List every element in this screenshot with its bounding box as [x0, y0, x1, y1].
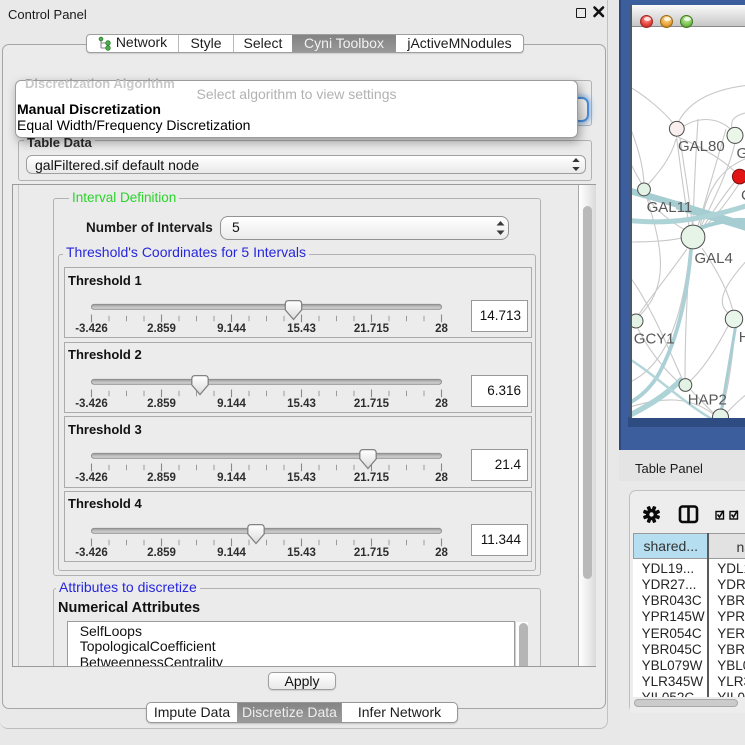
svg-text:21.715: 21.715	[353, 323, 389, 335]
svg-text:-3.426: -3.426	[75, 472, 108, 484]
svg-text:9.144: 9.144	[217, 323, 246, 335]
svg-text:28: 28	[435, 472, 448, 484]
svg-text:2.859: 2.859	[147, 323, 176, 335]
svg-text:HAP2: HAP2	[688, 391, 727, 408]
svg-text:2.859: 2.859	[147, 398, 176, 410]
svg-text:15.43: 15.43	[287, 546, 316, 558]
svg-text:21.715: 21.715	[353, 546, 389, 558]
svg-text:H: H	[739, 329, 745, 346]
svg-text:GAL4: GAL4	[695, 250, 733, 267]
svg-text:21.715: 21.715	[353, 472, 389, 484]
svg-text:-3.426: -3.426	[75, 546, 108, 558]
svg-text:15.43: 15.43	[287, 323, 316, 335]
svg-text:21.715: 21.715	[353, 398, 389, 410]
svg-text:9.144: 9.144	[217, 398, 246, 410]
svg-text:28: 28	[435, 323, 448, 335]
svg-text:9.144: 9.144	[217, 472, 246, 484]
svg-text:C: C	[741, 187, 745, 204]
svg-text:GAL11: GAL11	[647, 199, 693, 216]
svg-text:9.144: 9.144	[217, 546, 246, 558]
svg-text:-3.426: -3.426	[75, 398, 108, 410]
svg-text:15.43: 15.43	[287, 398, 316, 410]
svg-text:G.: G.	[737, 145, 745, 162]
svg-text:2.859: 2.859	[147, 472, 176, 484]
svg-text:28: 28	[435, 546, 448, 558]
svg-text:-3.426: -3.426	[75, 323, 108, 335]
svg-text:28: 28	[435, 398, 448, 410]
svg-text:15.43: 15.43	[287, 472, 316, 484]
svg-text:GCY1: GCY1	[634, 331, 675, 348]
svg-text:2.859: 2.859	[147, 546, 176, 558]
svg-text:GAL80: GAL80	[678, 138, 725, 155]
